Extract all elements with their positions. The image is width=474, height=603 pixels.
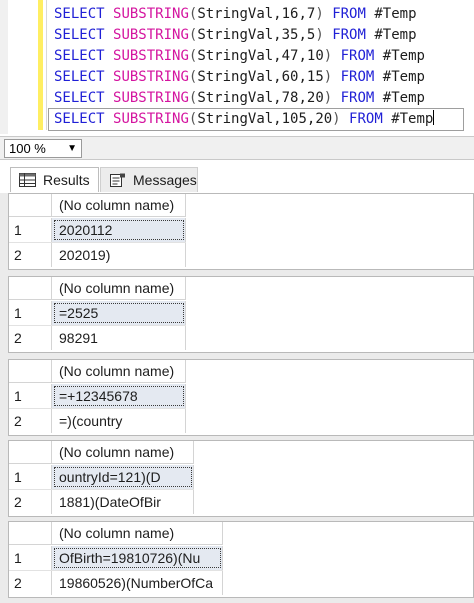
- keyword-from: FROM: [349, 111, 383, 127]
- grid-corner[interactable]: [9, 522, 52, 545]
- table-name: #Temp: [382, 90, 425, 106]
- code-lines[interactable]: SELECT SUBSTRING(StringVal,16,7) FROM #T…: [48, 4, 464, 131]
- close-paren: ): [323, 90, 333, 106]
- code-line[interactable]: SELECT SUBSTRING(StringVal,47,10) FROM #…: [54, 46, 463, 67]
- result-cell-selected[interactable]: 2020112: [52, 218, 186, 242]
- text-caret: [433, 110, 435, 125]
- editor-gutter: [0, 0, 8, 134]
- column-header[interactable]: (No column name): [52, 277, 186, 300]
- close-paren: ): [323, 69, 333, 85]
- table-name: #Temp: [374, 6, 417, 22]
- grid-corner[interactable]: [9, 194, 52, 217]
- close-paren: ): [315, 27, 324, 43]
- row-number[interactable]: 1: [9, 384, 52, 408]
- result-grid-4[interactable]: (No column name) 1 ountryId=121)(D 2 188…: [8, 440, 474, 517]
- row-number[interactable]: 1: [9, 465, 52, 489]
- keyword-from: FROM: [340, 90, 375, 106]
- function-args: StringVal,78,20: [197, 90, 324, 106]
- row-number[interactable]: 1: [9, 218, 52, 242]
- function-name: SUBSTRING: [113, 6, 189, 22]
- code-line[interactable]: SELECT SUBSTRING(StringVal,60,15) FROM #…: [54, 67, 463, 88]
- row-number[interactable]: 1: [9, 301, 52, 325]
- zoom-bar: 100 % ▼: [0, 136, 474, 160]
- grid-corner[interactable]: [9, 441, 52, 464]
- result-cell[interactable]: 19860526)(NumberOfCa: [52, 571, 223, 595]
- keyword-from: FROM: [332, 27, 366, 43]
- keyword-select: SELECT: [54, 69, 105, 85]
- close-paren: ): [323, 48, 333, 64]
- function-name: SUBSTRING: [113, 27, 189, 43]
- tab-messages[interactable]: Messages: [100, 167, 198, 192]
- column-header[interactable]: (No column name): [52, 360, 186, 383]
- column-header[interactable]: (No column name): [52, 441, 194, 464]
- table-name: #Temp: [391, 111, 434, 127]
- zoom-dropdown[interactable]: 100 % ▼: [4, 139, 82, 158]
- function-args: StringVal,35,5: [197, 27, 316, 43]
- function-name: SUBSTRING: [113, 48, 189, 64]
- row-number[interactable]: 2: [9, 490, 52, 514]
- keyword-select: SELECT: [54, 111, 105, 127]
- grid-corner[interactable]: [9, 360, 52, 383]
- tab-results[interactable]: Results: [10, 167, 99, 192]
- messages-icon: [109, 173, 126, 187]
- result-cell[interactable]: =)(country: [52, 409, 186, 433]
- close-paren: ): [315, 6, 324, 22]
- function-name: SUBSTRING: [113, 69, 189, 85]
- result-cell-selected[interactable]: =2525: [52, 301, 186, 325]
- grid-icon: [19, 173, 36, 187]
- result-cell[interactable]: 1881)(DateOfBir: [52, 490, 194, 514]
- tab-messages-label: Messages: [133, 172, 197, 188]
- result-cell-selected[interactable]: OfBirth=19810726)(Nu: [52, 546, 223, 570]
- row-number[interactable]: 1: [9, 546, 52, 570]
- keyword-select: SELECT: [54, 27, 105, 43]
- function-name: SUBSTRING: [113, 111, 189, 127]
- code-line[interactable]: SELECT SUBSTRING(StringVal,16,7) FROM #T…: [54, 4, 463, 25]
- results-panel[interactable]: (No column name) 1 2020112 2 202019) (No…: [0, 193, 474, 603]
- result-grid-3[interactable]: (No column name) 1 =+12345678 2 =)(count…: [8, 359, 474, 436]
- result-cell-selected[interactable]: ountryId=121)(D: [52, 465, 194, 489]
- keyword-select: SELECT: [54, 48, 105, 64]
- keyword-from: FROM: [340, 48, 375, 64]
- tab-results-label: Results: [43, 172, 90, 188]
- table-name: #Temp: [382, 48, 425, 64]
- function-args: StringVal,47,10: [197, 48, 324, 64]
- keyword-from: FROM: [340, 69, 375, 85]
- result-cell[interactable]: 202019): [52, 243, 186, 267]
- grid-corner[interactable]: [9, 277, 52, 300]
- function-args: StringVal,60,15: [197, 69, 324, 85]
- results-tab-strip: Results Messages: [0, 160, 474, 194]
- result-grid-2[interactable]: (No column name) 1 =2525 2 98291: [8, 276, 474, 353]
- result-cell[interactable]: 98291: [52, 326, 186, 350]
- row-number[interactable]: 2: [9, 571, 52, 595]
- function-args: StringVal,105,20: [197, 111, 333, 127]
- column-header[interactable]: (No column name): [52, 194, 186, 217]
- row-number[interactable]: 2: [9, 243, 52, 267]
- column-header[interactable]: (No column name): [52, 522, 223, 545]
- code-line-current[interactable]: SELECT SUBSTRING(StringVal,105,20) FROM …: [48, 108, 464, 131]
- result-grid-5[interactable]: (No column name) 1 OfBirth=19810726)(Nu …: [8, 521, 474, 598]
- row-number[interactable]: 2: [9, 409, 52, 433]
- zoom-value: 100 %: [9, 141, 46, 156]
- query-editor[interactable]: SELECT SUBSTRING(StringVal,16,7) FROM #T…: [0, 0, 474, 134]
- close-paren: ): [332, 111, 341, 127]
- chevron-down-icon[interactable]: ▼: [67, 140, 77, 157]
- keyword-select: SELECT: [54, 6, 105, 22]
- table-name: #Temp: [382, 69, 425, 85]
- code-line[interactable]: SELECT SUBSTRING(StringVal,35,5) FROM #T…: [54, 25, 463, 46]
- indicator-margin-line: [46, 0, 47, 130]
- result-cell-selected[interactable]: =+12345678: [52, 384, 186, 408]
- code-line[interactable]: SELECT SUBSTRING(StringVal,78,20) FROM #…: [54, 88, 463, 109]
- function-args: StringVal,16,7: [197, 6, 316, 22]
- change-tracking-bar: [38, 0, 43, 130]
- function-name: SUBSTRING: [113, 90, 189, 106]
- table-name: #Temp: [374, 27, 417, 43]
- result-grid-1[interactable]: (No column name) 1 2020112 2 202019): [8, 193, 474, 270]
- row-number[interactable]: 2: [9, 326, 52, 350]
- keyword-from: FROM: [332, 6, 366, 22]
- keyword-select: SELECT: [54, 90, 105, 106]
